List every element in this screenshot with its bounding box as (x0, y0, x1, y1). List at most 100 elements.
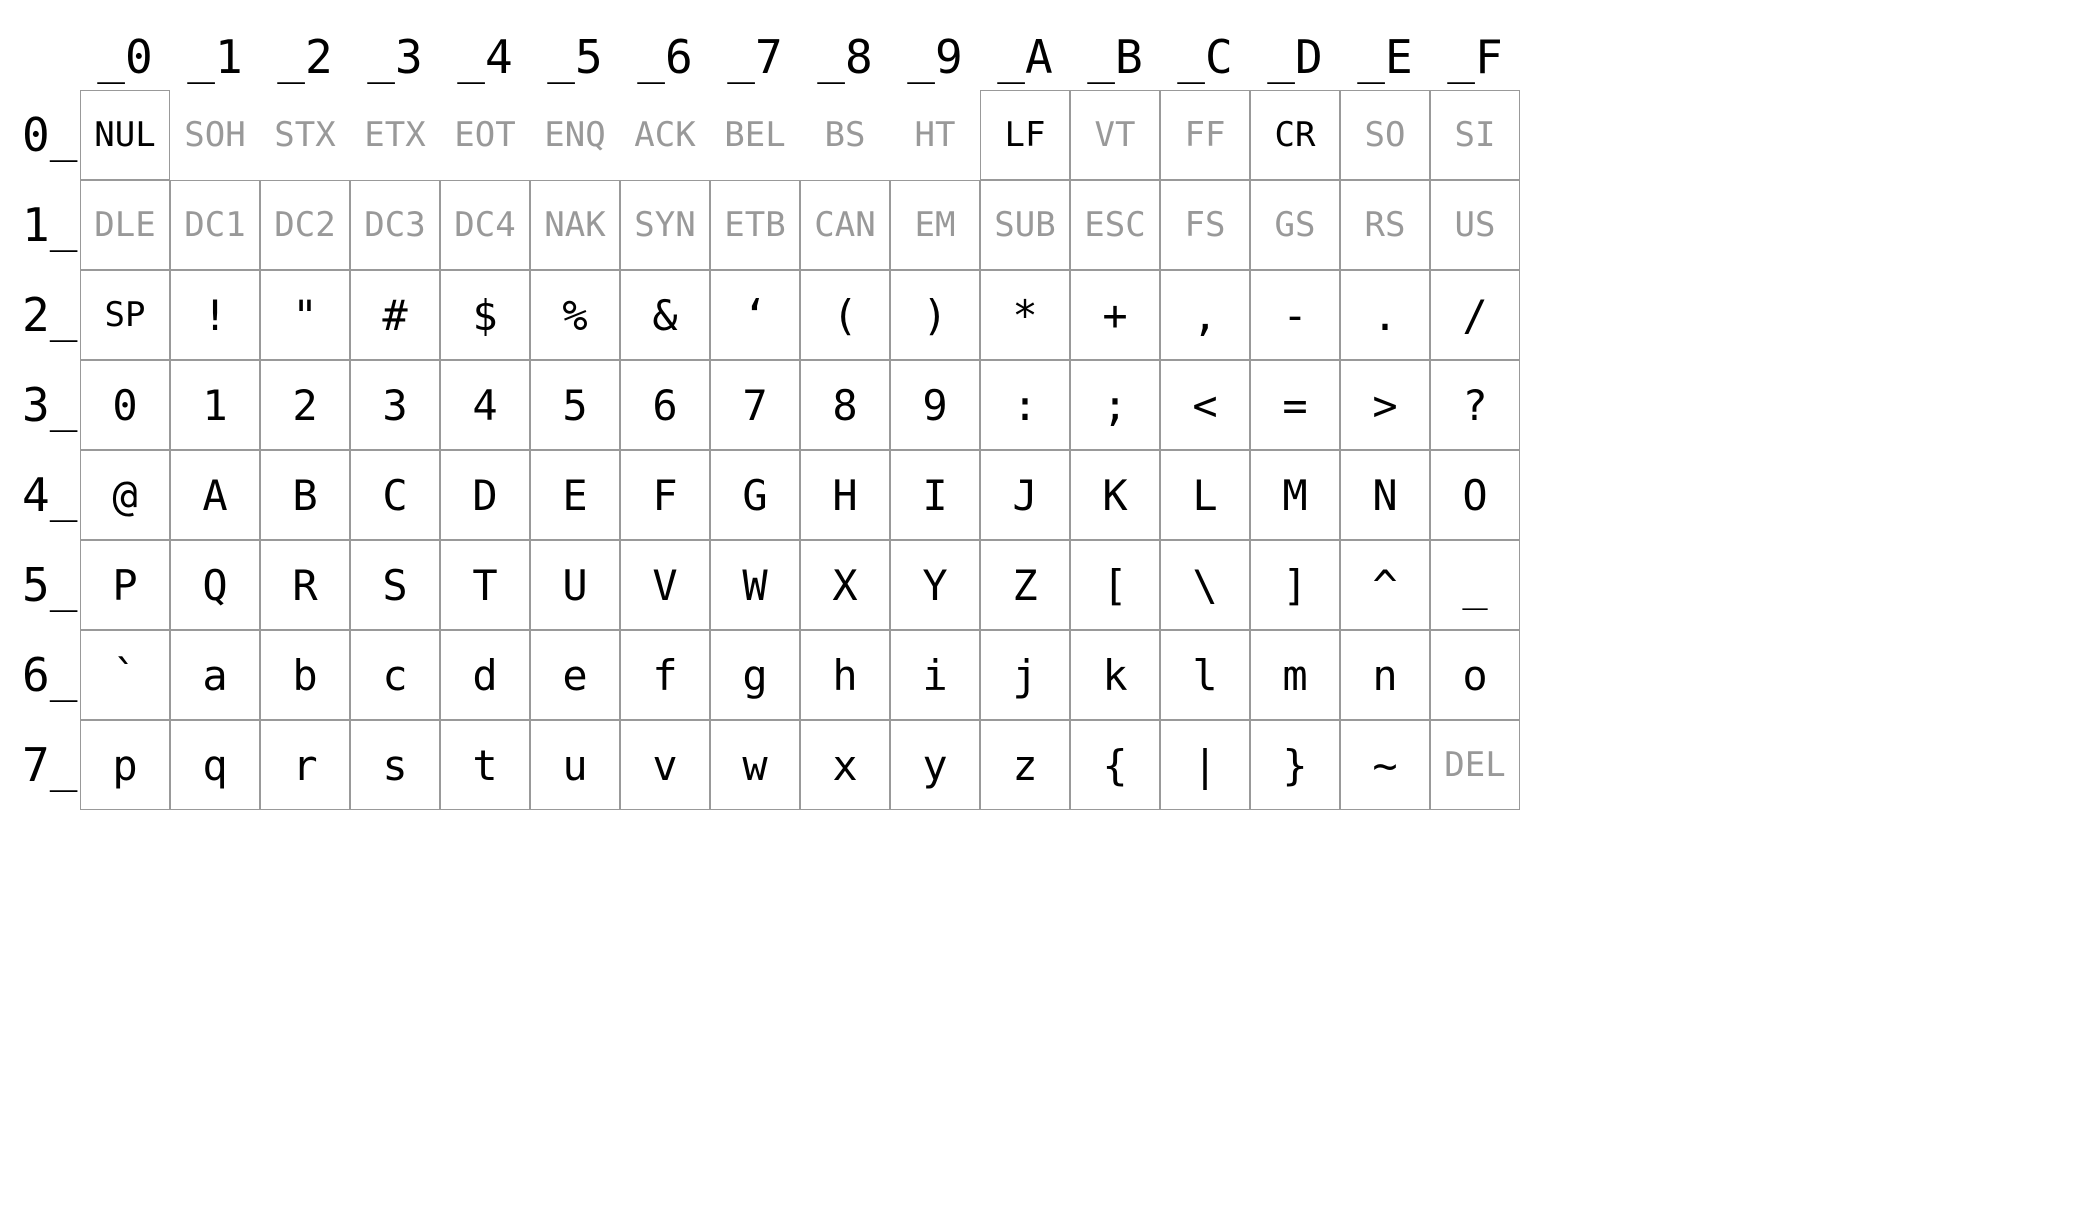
col-header: _2 (260, 20, 350, 90)
ascii-cell: 0 (80, 360, 170, 450)
ascii-cell: + (1070, 270, 1160, 360)
col-header: _1 (170, 20, 260, 90)
ascii-cell: & (620, 270, 710, 360)
ascii-cell: D (440, 450, 530, 540)
col-header: _0 (80, 20, 170, 90)
ascii-cell: T (440, 540, 530, 630)
col-header: _F (1430, 20, 1520, 90)
ascii-cell: DEL (1430, 720, 1520, 810)
col-header: _7 (710, 20, 800, 90)
ascii-cell: J (980, 450, 1070, 540)
ascii-cell: W (710, 540, 800, 630)
row-header: 5_ (20, 540, 80, 630)
ascii-cell: X (800, 540, 890, 630)
ascii-cell: I (890, 450, 980, 540)
ascii-cell: ( (800, 270, 890, 360)
ascii-cell: l (1160, 630, 1250, 720)
ascii-cell: g (710, 630, 800, 720)
ascii-cell: } (1250, 720, 1340, 810)
ascii-cell: Q (170, 540, 260, 630)
ascii-cell: $ (440, 270, 530, 360)
ascii-cell: | (1160, 720, 1250, 810)
ascii-cell: = (1250, 360, 1340, 450)
ascii-table: _0_1_2_3_4_5_6_7_8_9_A_B_C_D_E_F0_NULSOH… (20, 20, 2056, 810)
ascii-cell: 8 (800, 360, 890, 450)
ascii-cell: NUL (80, 90, 170, 180)
ascii-cell: DC3 (350, 180, 440, 270)
col-header: _6 (620, 20, 710, 90)
ascii-cell: SP (80, 270, 170, 360)
col-header: _5 (530, 20, 620, 90)
col-header: _E (1340, 20, 1430, 90)
ascii-cell: ENQ (530, 90, 620, 180)
ascii-cell: 2 (260, 360, 350, 450)
col-header: _D (1250, 20, 1340, 90)
col-header: _8 (800, 20, 890, 90)
ascii-cell: A (170, 450, 260, 540)
ascii-cell: DC2 (260, 180, 350, 270)
ascii-cell: FF (1160, 90, 1250, 180)
ascii-cell: RS (1340, 180, 1430, 270)
ascii-cell: @ (80, 450, 170, 540)
ascii-cell: K (1070, 450, 1160, 540)
ascii-cell: ACK (620, 90, 710, 180)
ascii-cell: U (530, 540, 620, 630)
ascii-cell: r (260, 720, 350, 810)
ascii-cell: SI (1430, 90, 1520, 180)
ascii-cell: p (80, 720, 170, 810)
ascii-cell: e (530, 630, 620, 720)
ascii-cell: S (350, 540, 440, 630)
ascii-cell: Z (980, 540, 1070, 630)
ascii-cell: { (1070, 720, 1160, 810)
ascii-cell: GS (1250, 180, 1340, 270)
ascii-cell: SOH (170, 90, 260, 180)
ascii-cell: . (1340, 270, 1430, 360)
row-header: 4_ (20, 450, 80, 540)
ascii-cell: w (710, 720, 800, 810)
ascii-cell: SUB (980, 180, 1070, 270)
ascii-cell: B (260, 450, 350, 540)
ascii-cell: G (710, 450, 800, 540)
ascii-cell: DC1 (170, 180, 260, 270)
ascii-cell: LF (980, 90, 1070, 180)
ascii-cell: ^ (1340, 540, 1430, 630)
ascii-cell: # (350, 270, 440, 360)
ascii-cell: n (1340, 630, 1430, 720)
ascii-cell: f (620, 630, 710, 720)
ascii-cell: BEL (710, 90, 800, 180)
ascii-cell: i (890, 630, 980, 720)
ascii-cell: ] (1250, 540, 1340, 630)
ascii-cell: DC4 (440, 180, 530, 270)
ascii-cell: BS (800, 90, 890, 180)
ascii-cell: : (980, 360, 1070, 450)
ascii-cell: s (350, 720, 440, 810)
ascii-cell: a (170, 630, 260, 720)
ascii-cell: ; (1070, 360, 1160, 450)
ascii-cell: C (350, 450, 440, 540)
ascii-cell: d (440, 630, 530, 720)
ascii-cell: 6 (620, 360, 710, 450)
ascii-cell: P (80, 540, 170, 630)
ascii-cell: [ (1070, 540, 1160, 630)
ascii-cell: CR (1250, 90, 1340, 180)
col-header: _3 (350, 20, 440, 90)
ascii-cell: R (260, 540, 350, 630)
ascii-cell: ESC (1070, 180, 1160, 270)
ascii-cell: 9 (890, 360, 980, 450)
ascii-cell: ! (170, 270, 260, 360)
ascii-cell: O (1430, 450, 1520, 540)
corner-spacer (20, 20, 80, 90)
ascii-cell: j (980, 630, 1070, 720)
ascii-cell: CAN (800, 180, 890, 270)
ascii-cell: EM (890, 180, 980, 270)
row-header: 7_ (20, 720, 80, 810)
ascii-cell: / (1430, 270, 1520, 360)
row-header: 1_ (20, 180, 80, 270)
ascii-cell: SYN (620, 180, 710, 270)
col-header: _A (980, 20, 1070, 90)
col-header: _C (1160, 20, 1250, 90)
ascii-cell: ~ (1340, 720, 1430, 810)
ascii-cell: 3 (350, 360, 440, 450)
ascii-cell: > (1340, 360, 1430, 450)
col-header: _4 (440, 20, 530, 90)
